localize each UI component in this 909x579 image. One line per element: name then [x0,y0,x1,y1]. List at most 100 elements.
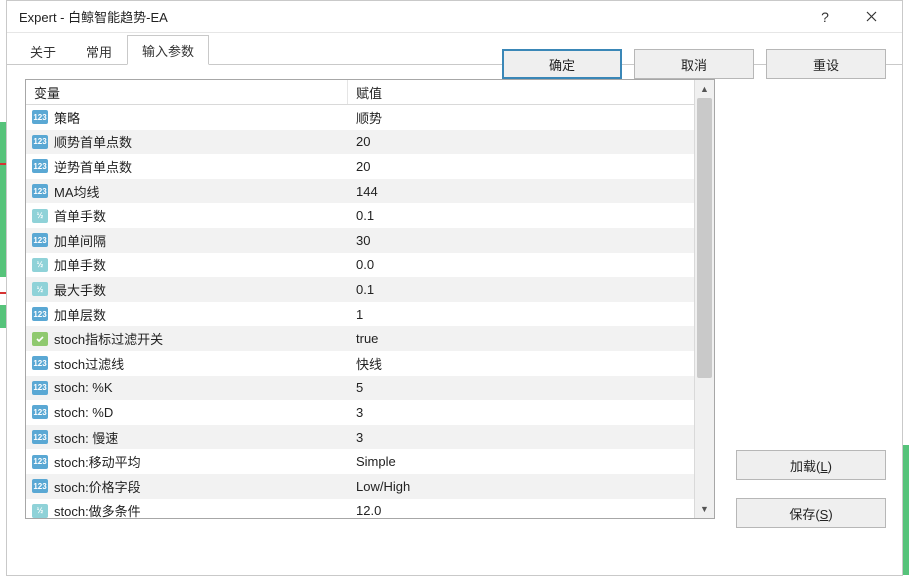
save-button-label: 保存(S) [789,504,832,523]
cell-variable: 123 stoch: %K [26,376,348,401]
variable-name: 加单间隔 [54,231,106,250]
cell-variable: 123顺势首单点数 [26,130,348,155]
cell-variable: ½加单手数 [26,253,348,278]
table-row[interactable]: 123 加单层数 1 [26,302,694,327]
table-row[interactable]: 123stoch:价格字段Low/High [26,474,694,499]
tab-inputs[interactable]: 输入参数 [127,35,209,65]
cell-value[interactable]: 1 [348,302,694,327]
dbl-type-icon: ½ [32,258,48,272]
reset-button[interactable]: 重设 [766,49,886,79]
variable-name: stoch:移动平均 [54,452,141,471]
cell-variable: 123 策略 [26,105,348,130]
cell-value[interactable]: 0.1 [348,277,694,302]
expert-properties-dialog: Expert - 白鲸智能趋势-EA ? 关于 常用 输入参数 变量 赋值 12… [6,0,903,576]
cell-value[interactable]: 3 [348,425,694,450]
variable-name: stoch: %K [54,380,113,395]
cell-value[interactable]: 3 [348,400,694,425]
table-row[interactable]: ½ 最大手数 0.1 [26,277,694,302]
cell-variable: ½ 最大手数 [26,277,348,302]
cell-value[interactable]: 144 [348,179,694,204]
cell-value[interactable]: true [348,326,694,351]
int-type-icon: 123 [32,455,48,469]
cell-value[interactable]: 30 [348,228,694,253]
cell-variable: ½ stoch:做多条件 [26,499,348,519]
table-row[interactable]: ½首单手数0.1 [26,203,694,228]
dbl-type-icon: ½ [32,504,48,518]
variable-name: 策略 [54,108,80,127]
col-header-value[interactable]: 赋值 [348,80,694,104]
cell-value[interactable]: 0.0 [348,253,694,278]
int-type-icon: 123 [32,430,48,444]
scroll-up-icon[interactable]: ▲ [695,80,714,98]
table-row[interactable]: ½加单手数0.0 [26,253,694,278]
table-row[interactable]: 123 stoch: %K 5 [26,376,694,401]
int-type-icon: 123 [32,184,48,198]
table-header: 变量 赋值 [26,80,694,105]
tab-common[interactable]: 常用 [71,36,127,65]
int-type-icon: 123 [32,233,48,247]
col-header-variable[interactable]: 变量 [26,80,348,104]
table-row[interactable]: 123逆势首单点数20 [26,154,694,179]
cell-variable: 123stoch:价格字段 [26,474,348,499]
help-button[interactable]: ? [802,1,848,33]
cell-variable: 123逆势首单点数 [26,154,348,179]
int-type-icon: 123 [32,307,48,321]
cell-value[interactable]: 12.0 [348,499,694,519]
cell-variable: 123stoch: %D [26,400,348,425]
cell-variable: 123 加单层数 [26,302,348,327]
ok-button[interactable]: 确定 [502,49,622,79]
variable-name: 逆势首单点数 [54,157,132,176]
side-buttons: 加载(L) 保存(S) [736,450,886,528]
table-row[interactable]: 123stoch: %D3 [26,400,694,425]
cell-value[interactable]: 0.1 [348,203,694,228]
cell-value[interactable]: Low/High [348,474,694,499]
dbl-type-icon: ½ [32,282,48,296]
cell-variable: 123 stoch: 慢速 [26,425,348,450]
table-row[interactable]: 123MA均线144 [26,179,694,204]
cell-value[interactable]: Simple [348,449,694,474]
tab-about[interactable]: 关于 [15,36,71,65]
scroll-thumb[interactable] [697,98,712,378]
cell-value[interactable]: 20 [348,130,694,155]
cell-value[interactable]: 5 [348,376,694,401]
table-row[interactable]: 123 stoch:移动平均 Simple [26,449,694,474]
cell-value[interactable]: 顺势 [348,105,694,130]
scroll-track[interactable] [695,98,714,500]
table-row[interactable]: 123 加单间隔 30 [26,228,694,253]
variable-name: stoch指标过滤开关 [54,329,163,348]
table-row[interactable]: ½ stoch:做多条件 12.0 [26,499,694,519]
table-row[interactable]: 123 策略 顺势 [26,105,694,130]
window-title: Expert - 白鲸智能趋势-EA [19,7,802,26]
save-button[interactable]: 保存(S) [736,498,886,528]
variable-name: 加单层数 [54,305,106,324]
cell-value[interactable]: 快线 [348,351,694,376]
table-row[interactable]: stoch指标过滤开关 true [26,326,694,351]
cell-variable: stoch指标过滤开关 [26,326,348,351]
scroll-down-icon[interactable]: ▼ [695,500,714,518]
table-row[interactable]: 123stoch过滤线快线 [26,351,694,376]
close-button[interactable] [848,1,894,33]
int-type-icon: 123 [32,110,48,124]
table-row[interactable]: 123顺势首单点数20 [26,130,694,155]
int-type-icon: 123 [32,356,48,370]
int-type-icon: 123 [32,381,48,395]
cell-variable: 123MA均线 [26,179,348,204]
table-row[interactable]: 123 stoch: 慢速 3 [26,425,694,450]
tab-content: 变量 赋值 123策略顺势123顺势首单点数20123逆势首单点数20123MA… [7,65,902,89]
int-type-icon: 123 [32,405,48,419]
bottom-buttons: 确定 取消 重设 [502,49,886,79]
cell-variable: 123stoch过滤线 [26,351,348,376]
cell-variable: ½首单手数 [26,203,348,228]
variable-name: 首单手数 [54,206,106,225]
cell-variable: 123 加单间隔 [26,228,348,253]
cell-value[interactable]: 20 [348,154,694,179]
variable-name: stoch:做多条件 [54,501,141,518]
cancel-button[interactable]: 取消 [634,49,754,79]
variable-name: stoch: 慢速 [54,428,118,447]
vertical-scrollbar[interactable]: ▲ ▼ [694,80,714,518]
variable-name: stoch:价格字段 [54,477,141,496]
titlebar: Expert - 白鲸智能趋势-EA ? [7,1,902,33]
variable-name: 最大手数 [54,280,106,299]
load-button[interactable]: 加载(L) [736,450,886,480]
close-icon [866,11,877,22]
